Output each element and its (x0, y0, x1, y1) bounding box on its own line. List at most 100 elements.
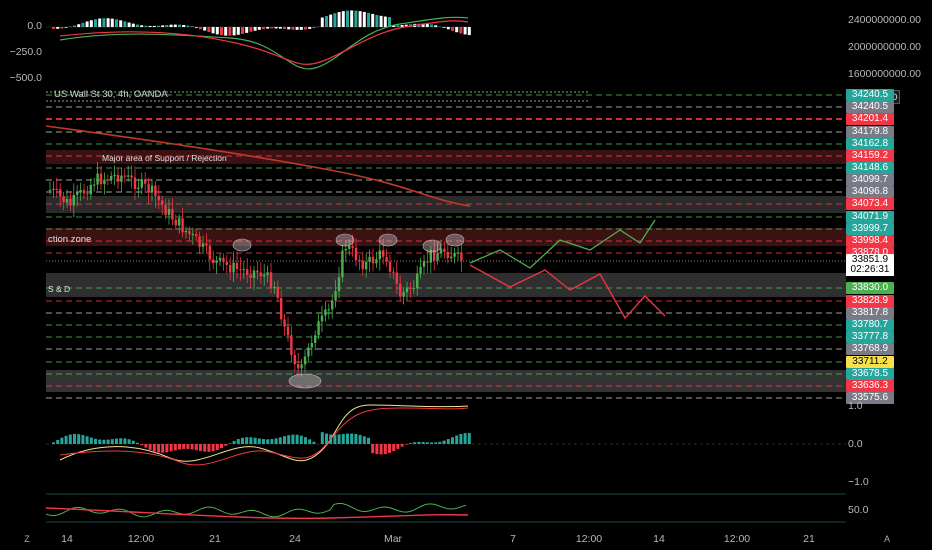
auto-scale-button[interactable]: A (880, 532, 894, 546)
candle-body[interactable] (242, 269, 245, 271)
candle-body[interactable] (208, 245, 211, 260)
candle-body[interactable] (273, 286, 276, 289)
candle-body[interactable] (252, 270, 256, 278)
candle-body[interactable] (127, 175, 130, 177)
candle-body[interactable] (249, 274, 252, 278)
candle-body[interactable] (317, 321, 320, 336)
candle-body[interactable] (113, 174, 116, 177)
candle-body[interactable] (184, 230, 188, 233)
zoom-reset-button[interactable]: Z (20, 532, 34, 546)
candle-body[interactable] (395, 272, 398, 284)
candle-body[interactable] (82, 190, 86, 194)
candle-body[interactable] (368, 256, 371, 262)
candle-body[interactable] (365, 261, 368, 270)
candle-body[interactable] (154, 185, 157, 196)
candle-body[interactable] (76, 192, 79, 195)
candle-body[interactable] (450, 256, 453, 259)
candle-body[interactable] (150, 185, 154, 193)
candle-body[interactable] (181, 218, 184, 233)
candle-body[interactable] (320, 315, 324, 322)
candle-body[interactable] (269, 272, 273, 289)
trading-chart-canvas[interactable] (0, 0, 932, 550)
candle-body[interactable] (344, 248, 347, 251)
candle-body[interactable] (123, 175, 126, 177)
candle-body[interactable] (310, 342, 313, 348)
candle-body[interactable] (86, 193, 89, 195)
candle-body[interactable] (157, 195, 160, 201)
candle-body[interactable] (405, 287, 409, 293)
candle-body[interactable] (93, 184, 96, 186)
candle-body[interactable] (198, 236, 201, 247)
candle-body[interactable] (174, 219, 177, 226)
rsi-panel[interactable] (45, 493, 846, 523)
candle-body[interactable] (416, 273, 419, 289)
candle-body[interactable] (215, 260, 218, 264)
candle-body[interactable] (137, 187, 140, 190)
candle-body[interactable] (382, 250, 385, 257)
candle-body[interactable] (361, 260, 364, 270)
candle-body[interactable] (283, 319, 286, 327)
candle-body[interactable] (392, 271, 395, 273)
candle-body[interactable] (307, 347, 310, 357)
candle-body[interactable] (178, 218, 181, 226)
candle-body[interactable] (167, 208, 171, 216)
candle-body[interactable] (229, 264, 232, 273)
candle-body[interactable] (460, 252, 463, 261)
candle-body[interactable] (399, 283, 402, 297)
candle-body[interactable] (446, 252, 449, 259)
candle-body[interactable] (246, 269, 249, 275)
oscillator-panel[interactable] (46, 404, 846, 466)
candle-body[interactable] (188, 230, 191, 235)
candle-body[interactable] (144, 179, 147, 184)
candle-body[interactable] (99, 173, 103, 185)
candle-body[interactable] (89, 184, 92, 195)
candle-body[interactable] (327, 309, 330, 311)
candle-body[interactable] (59, 189, 62, 197)
candle-body[interactable] (351, 246, 354, 248)
candle-body[interactable] (48, 189, 52, 191)
candle-body[interactable] (96, 173, 99, 185)
candle-body[interactable] (453, 252, 456, 257)
candle-body[interactable] (337, 277, 341, 292)
candle-body[interactable] (354, 247, 358, 261)
candle-body[interactable] (140, 179, 143, 188)
candle-body[interactable] (191, 234, 194, 236)
candle-body[interactable] (280, 297, 283, 320)
candle-body[interactable] (276, 286, 279, 298)
candle-body[interactable] (106, 179, 109, 181)
candle-body[interactable] (52, 188, 55, 190)
candle-body[interactable] (205, 243, 208, 246)
candle-body[interactable] (412, 288, 415, 290)
candle-body[interactable] (334, 291, 337, 301)
candle-body[interactable] (201, 243, 205, 247)
candle-body[interactable] (314, 335, 317, 343)
candle-body[interactable] (133, 177, 137, 190)
candle-body[interactable] (116, 174, 120, 182)
candle-body[interactable] (378, 250, 381, 260)
candle-body[interactable] (297, 364, 300, 369)
candle-body[interactable] (218, 257, 222, 261)
candle-body[interactable] (69, 199, 72, 206)
candle-body[interactable] (161, 200, 164, 205)
candle-body[interactable] (341, 250, 344, 278)
candle-body[interactable] (266, 272, 269, 275)
candle-body[interactable] (290, 335, 293, 355)
candle-body[interactable] (79, 190, 82, 193)
candle-body[interactable] (436, 253, 439, 261)
candle-body[interactable] (65, 199, 69, 203)
symbol-title[interactable]: US Wall St 30, 4h, OANDA (54, 89, 168, 100)
candle-body[interactable] (443, 248, 446, 253)
candle-body[interactable] (385, 256, 388, 262)
candle-body[interactable] (263, 274, 266, 277)
price-candles[interactable] (48, 162, 463, 377)
candle-body[interactable] (426, 261, 429, 263)
candle-body[interactable] (164, 204, 167, 216)
candle-body[interactable] (232, 262, 235, 273)
candle-body[interactable] (120, 175, 123, 182)
candle-body[interactable] (110, 176, 113, 180)
candle-body[interactable] (303, 356, 307, 365)
candle-body[interactable] (402, 292, 405, 297)
candle-body[interactable] (358, 260, 361, 262)
candle-body[interactable] (259, 272, 262, 277)
candle-body[interactable] (456, 252, 460, 254)
